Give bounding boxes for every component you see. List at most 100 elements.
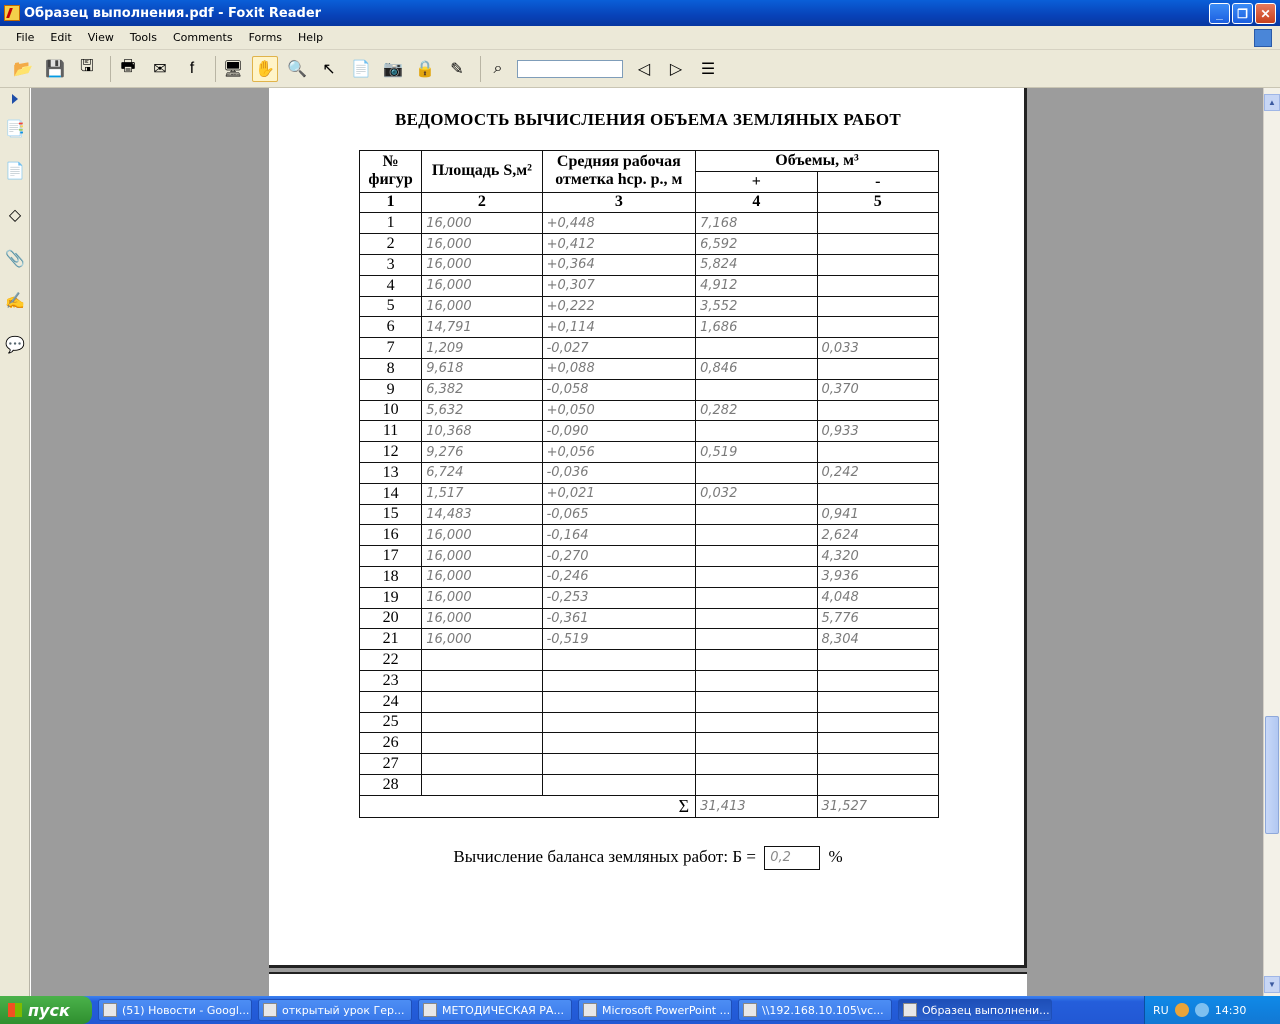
search-options-icon[interactable]: ☰ <box>695 56 721 82</box>
search-input[interactable] <box>517 59 623 78</box>
task-folder[interactable]: \\192.168.10.105\vc... <box>738 999 892 1021</box>
cell-volume-minus <box>816 316 940 339</box>
cell-volume-plus: 7,168 <box>695 212 818 235</box>
task-foxit[interactable]: Образец выполнени... <box>898 999 1052 1021</box>
cell-volume-minus <box>816 274 940 297</box>
cell-volume-plus: 0,846 <box>695 357 818 380</box>
print-icon[interactable]: 🖶 <box>115 56 141 82</box>
email-icon[interactable]: ✉ <box>147 56 173 82</box>
task-powerpoint[interactable]: Microsoft PowerPoint ... <box>578 999 732 1021</box>
task-word-1[interactable]: открытый урок Гер... <box>258 999 412 1021</box>
cell-figure: 12 <box>358 441 423 463</box>
cell-mark: -0,027 <box>541 337 697 359</box>
cell-volume-minus: 0,933 <box>816 420 940 443</box>
find-previous-icon[interactable]: ◁ <box>631 56 657 82</box>
document-restore-icon[interactable] <box>1254 29 1272 47</box>
scroll-down-icon[interactable]: ▼ <box>1264 976 1280 993</box>
toolbar-separator <box>110 55 111 82</box>
cell-figure: 13 <box>358 461 423 484</box>
cell-volume-minus: 0,370 <box>816 378 940 401</box>
header-area: Площадь S,м² <box>421 150 543 193</box>
cell-volume-minus <box>816 732 940 755</box>
cell-volume-minus <box>816 399 940 422</box>
menu-help[interactable]: Help <box>290 31 331 44</box>
cell-mark: -0,253 <box>541 586 697 609</box>
language-indicator[interactable]: RU <box>1153 1004 1169 1017</box>
signatures-icon[interactable]: ✍ <box>5 290 25 312</box>
menu-comments[interactable]: Comments <box>165 31 241 44</box>
header-mean-mark: Средняя рабочая отметка hср. р., м <box>541 150 697 193</box>
menu-file[interactable]: File <box>8 31 42 44</box>
cell-mark <box>541 649 697 671</box>
menu-edit[interactable]: Edit <box>42 31 79 44</box>
pages-icon[interactable]: 📄 <box>5 160 25 182</box>
scroll-up-icon[interactable]: ▲ <box>1264 94 1280 111</box>
cell-volume-plus <box>695 607 818 630</box>
cell-volume-plus <box>695 545 818 567</box>
find-next-icon[interactable]: ▷ <box>663 56 689 82</box>
cell-area: 16,000 <box>421 628 543 651</box>
layers-icon[interactable]: ◇ <box>5 204 25 226</box>
fullscreen-icon[interactable]: 🖥 <box>220 56 246 82</box>
minimize-button[interactable]: _ <box>1209 3 1230 24</box>
save-icon[interactable]: 💾 <box>42 56 68 82</box>
sign-pen-icon[interactable]: ✎ <box>444 56 470 82</box>
find-binoculars-icon[interactable]: ⌕ <box>485 56 511 82</box>
text-select-icon[interactable]: 📄 <box>348 56 374 82</box>
sum-plus: 31,413 <box>695 794 818 818</box>
bookmarks-icon[interactable]: 📑 <box>5 118 25 140</box>
cell-area: 16,000 <box>421 233 543 255</box>
close-button[interactable]: ✕ <box>1255 3 1276 24</box>
cell-mark <box>541 773 697 796</box>
save-all-icon[interactable]: 🖫 <box>74 56 100 82</box>
expand-panel-icon[interactable] <box>12 94 18 104</box>
foxit-app-icon <box>4 5 20 21</box>
zoom-tool-icon[interactable]: 🔍 <box>284 56 310 82</box>
scroll-thumb[interactable] <box>1265 716 1279 834</box>
cell-area <box>421 711 543 734</box>
cell-figure: 14 <box>358 482 423 505</box>
cell-figure: 2 <box>358 233 423 255</box>
tray-app-icon[interactable] <box>1174 1003 1189 1017</box>
cell-volume-minus <box>816 690 940 713</box>
cell-figure: 28 <box>358 773 423 796</box>
task-word-2[interactable]: МЕТОДИЧЕСКАЯ РА... <box>418 999 572 1021</box>
cell-volume-plus: 3,552 <box>695 295 818 318</box>
header-index-3: 3 <box>541 191 697 214</box>
attachments-icon[interactable]: 📎 <box>5 248 25 270</box>
start-button[interactable]: пуск <box>0 996 92 1024</box>
menu-forms[interactable]: Forms <box>241 31 290 44</box>
cell-mark: +0,050 <box>541 399 697 422</box>
vertical-scrollbar[interactable]: ▲ ▼ <box>1263 88 1280 996</box>
facebook-icon[interactable]: f <box>179 56 205 82</box>
cell-figure: 16 <box>358 524 423 547</box>
cell-area: 1,209 <box>421 337 543 359</box>
cell-volume-plus <box>695 649 818 671</box>
navigation-panel: 📑 📄 ◇ 📎 ✍ 💬 <box>0 88 30 996</box>
network-icon[interactable] <box>1194 1003 1209 1017</box>
menu-tools[interactable]: Tools <box>122 31 165 44</box>
table-row: 27 <box>358 753 940 775</box>
document-view[interactable]: ВЕДОМОСТЬ ВЫЧИСЛЕНИЯ ОБЪЕМА ЗЕМЛЯНЫХ РАБ… <box>31 88 1263 996</box>
maximize-button[interactable]: ❐ <box>1232 3 1253 24</box>
comments-icon[interactable]: 💬 <box>5 334 25 356</box>
sum-row: Σ 31,413 31,527 <box>358 794 940 818</box>
cell-volume-plus <box>695 524 818 547</box>
cell-mark <box>541 732 697 755</box>
table-row: 22 <box>358 649 940 671</box>
hand-tool-icon[interactable]: ✋ <box>252 55 278 82</box>
table-row: 4 16,000 +0,307 4,912 <box>358 274 940 297</box>
cell-area: 16,000 <box>421 253 543 276</box>
cell-volume-minus: 2,624 <box>816 524 940 547</box>
cell-volume-plus <box>695 461 818 484</box>
menu-view[interactable]: View <box>80 31 122 44</box>
cell-volume-plus <box>695 628 818 651</box>
task-chrome[interactable]: (51) Новости - Googl... <box>98 999 252 1021</box>
select-arrow-icon[interactable]: ↖ <box>316 56 342 82</box>
table-row: 15 14,483 -0,065 0,941 <box>358 503 940 526</box>
open-folder-icon[interactable]: 📂 <box>10 56 36 82</box>
table-row: 7 1,209 -0,027 0,033 <box>358 337 940 359</box>
cell-area: 16,000 <box>421 545 543 567</box>
snapshot-icon[interactable]: 📷 <box>380 56 406 82</box>
rms-lock-icon[interactable]: 🔒 <box>412 56 438 82</box>
